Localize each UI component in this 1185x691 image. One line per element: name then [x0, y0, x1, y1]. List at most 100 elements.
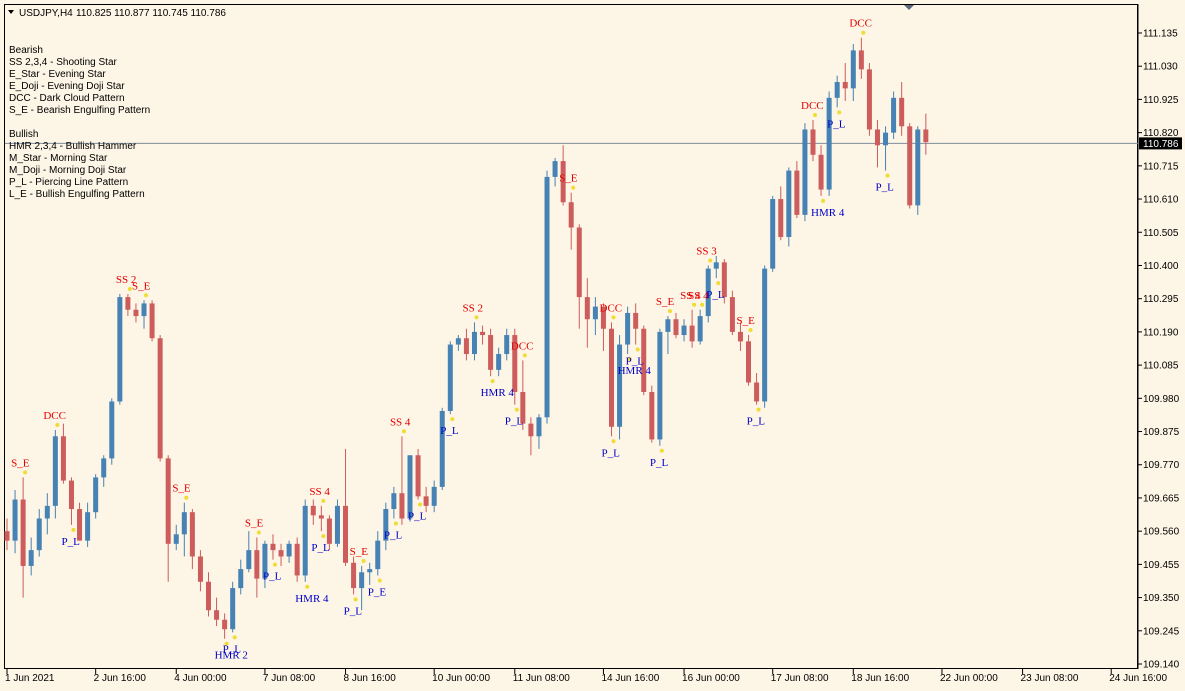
bear-candle [197, 556, 203, 582]
bull-candle [367, 569, 373, 573]
time-tick-label: 11 Jun 08:00 [513, 673, 571, 684]
bull-candle [657, 331, 663, 440]
time-tick-label: 16 Jun 00:00 [682, 673, 740, 684]
bull-candle [536, 417, 542, 437]
bull-candle [592, 306, 598, 320]
bear-candle [633, 312, 639, 329]
price-chart[interactable]: 111.135111.030110.925110.820110.715110.6… [0, 0, 1185, 691]
bull-signal-marker [272, 562, 277, 567]
price-tick-label: 109.770 [1143, 460, 1180, 471]
bull-signal-marker [450, 417, 455, 422]
bull-candle [93, 477, 99, 513]
chart-window[interactable]: 111.135 111.030 110.925 110.820 110.715 110.6… [0, 0, 1185, 691]
bull-candle [665, 319, 671, 332]
bull-pattern-label: P_L [626, 356, 645, 368]
bear-signal-marker [474, 315, 479, 320]
bear-signal-marker [571, 185, 576, 190]
bull-candle [802, 129, 808, 215]
legend-bearish-title: Bearish [9, 45, 43, 56]
bear-signal-marker [522, 353, 527, 358]
bear-signal-marker [23, 470, 28, 475]
bull-signal-marker [611, 439, 616, 444]
bull-pattern-label: P_L [384, 530, 403, 542]
bear-candle [68, 480, 74, 510]
bull-candle [544, 176, 550, 418]
bear-candle [609, 328, 614, 427]
bull-pattern-label: P_L [311, 542, 330, 554]
bear-candle [399, 493, 405, 519]
time-tick-label: 7 Jun 08:00 [263, 673, 316, 684]
bear-candle [858, 50, 864, 70]
price-tick-label: 110.295 [1143, 294, 1179, 305]
bull-pattern-label: P_L [747, 416, 766, 428]
bull-candle [238, 569, 244, 589]
bear-pattern-label: S_E [737, 315, 756, 327]
bull-candle [286, 543, 292, 557]
bull-candle [786, 170, 792, 238]
bear-pattern-label: DCC [511, 340, 534, 352]
time-tick-label: 10 Jun 00:00 [432, 673, 490, 684]
time-tick-label: 24 Jun 16:00 [1109, 673, 1167, 684]
bull-candle [471, 331, 477, 355]
bull-signal-marker [635, 347, 640, 352]
chart-background [0, 0, 1185, 691]
bear-candle [60, 436, 66, 481]
bear-candle [746, 341, 752, 383]
bull-candle [697, 316, 703, 342]
bear-signal-marker [611, 315, 616, 320]
bear-pattern-label: S_E [559, 173, 578, 185]
bear-candle [866, 69, 872, 130]
bull-pattern-label: P_L [440, 425, 459, 437]
legend-bullish-item: P_L - Piercing Line Pattern [9, 177, 128, 188]
bull-pattern-label: P_L [408, 511, 427, 523]
legend-bullish-item: HMR 2,3,4 - Bullish Hammer [9, 141, 137, 152]
bear-candle [907, 126, 913, 206]
bear-candle [165, 458, 171, 544]
bear-candle [149, 303, 155, 339]
bear-pattern-label: S_E [132, 280, 151, 292]
bull-candle [625, 312, 631, 345]
bull-pattern-label: P_L [650, 457, 669, 469]
bear-pattern-label: S_E [11, 457, 30, 469]
bull-candle [770, 199, 776, 269]
bear-candle [528, 423, 534, 437]
bull-pattern-label: P_L [876, 182, 895, 194]
bear-candle [488, 335, 494, 370]
price-tick-label: 110.400 [1143, 261, 1179, 272]
bull-signal-marker [418, 502, 423, 507]
price-tick-label: 111.030 [1143, 62, 1178, 73]
bull-candle [850, 50, 856, 89]
bear-signal-marker [321, 498, 326, 503]
bull-signal-marker [305, 584, 310, 589]
bear-candle [673, 319, 679, 336]
legend-bearish-item: SS 2,3,4 - Shooting Star [9, 57, 118, 68]
bull-candle [681, 325, 687, 336]
bull-candle [101, 458, 107, 478]
bull-signal-marker [514, 407, 519, 412]
bear-candle [899, 97, 905, 127]
bull-candle [117, 297, 123, 402]
price-tick-label: 109.245 [1143, 626, 1180, 637]
bull-candle [504, 335, 510, 355]
price-tick-label: 109.560 [1143, 527, 1180, 538]
bear-signal-marker [184, 495, 189, 500]
chart-header: USDJPY,H4 110.825 110.877 110.745 110.78… [8, 8, 226, 19]
bear-candle [125, 297, 131, 310]
bull-candle [334, 505, 340, 544]
bear-candle [584, 297, 590, 320]
bear-candle [270, 543, 276, 551]
legend-bullish-item: M_Doji - Morning Doji Star [9, 165, 127, 176]
bear-pattern-label: DCC [600, 302, 623, 314]
bear-signal-marker [401, 429, 406, 434]
price-tick-label: 109.980 [1143, 394, 1180, 405]
bull-candle [12, 499, 18, 541]
ohlc-values: 110.825 110.877 110.745 110.786 [76, 8, 226, 19]
bull-candle [891, 97, 897, 133]
bull-signal-marker [837, 110, 842, 115]
time-tick-label: 2 Jun 16:00 [94, 673, 147, 684]
bull-signal-marker [659, 448, 664, 453]
bear-candle [214, 610, 220, 620]
legend-bullish-item: M_Star - Morning Star [9, 153, 108, 164]
price-tick-label: 109.350 [1143, 593, 1180, 604]
bull-pattern-label: HMR 4 [481, 387, 515, 399]
